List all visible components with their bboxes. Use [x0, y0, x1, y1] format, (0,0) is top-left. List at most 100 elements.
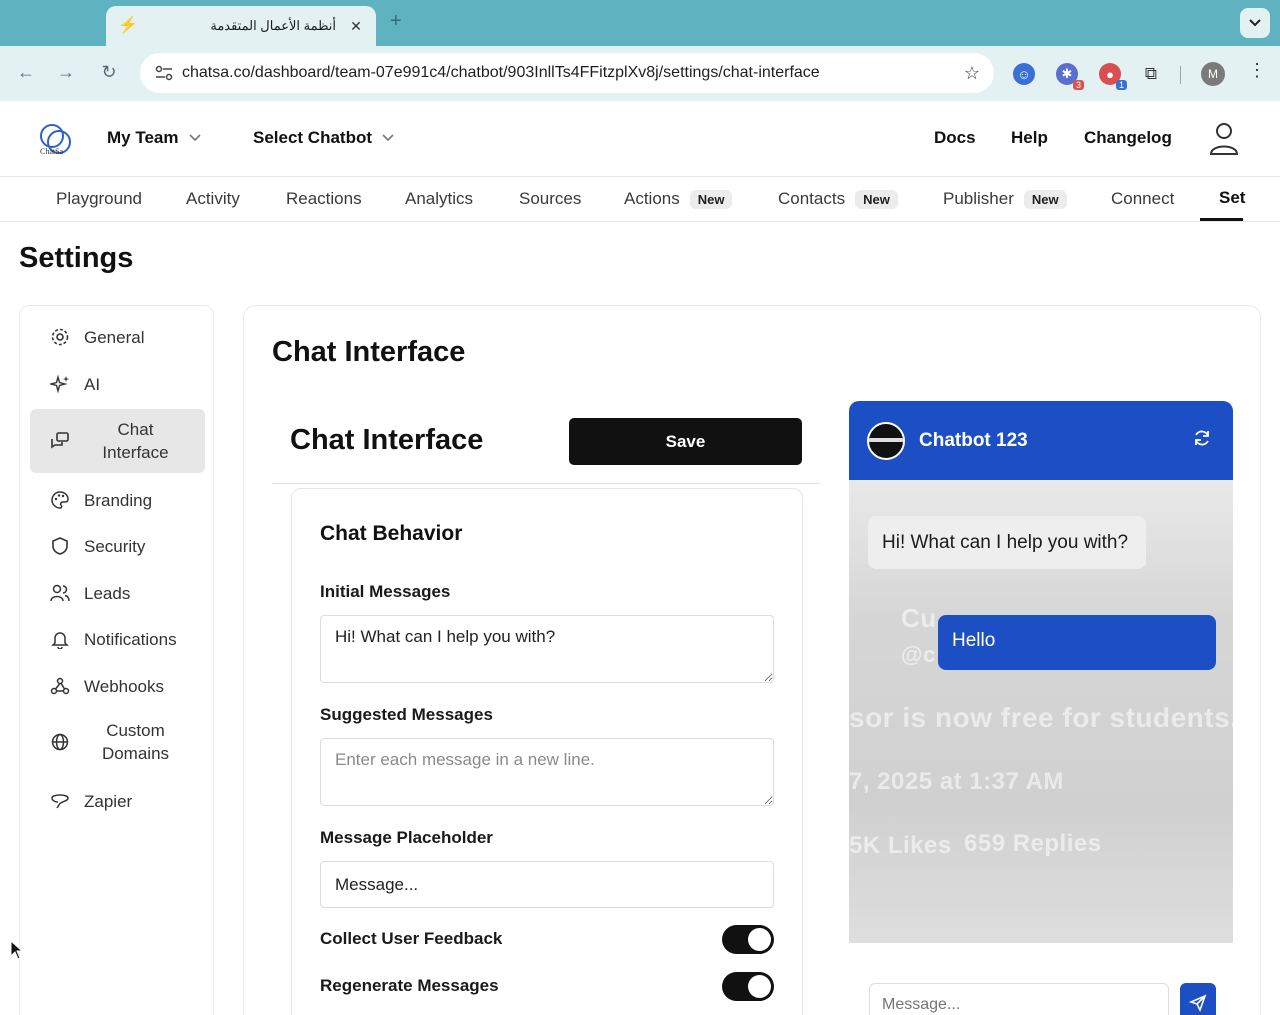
sidebar-item-leads[interactable]: Leads [30, 580, 205, 606]
user-message-bubble: Hello [938, 615, 1216, 670]
tab-settings[interactable]: Set [1219, 188, 1245, 208]
shield-icon [48, 534, 72, 558]
tab-contacts[interactable]: Contacts New [778, 189, 898, 209]
extensions-puzzle-icon[interactable]: ⧉ [1140, 63, 1162, 85]
regenerate-messages-label: Regenerate Messages [320, 976, 499, 995]
globe-icon [48, 730, 72, 754]
sidebar-item-chat-interface[interactable]: Chat Interface [30, 409, 205, 473]
lightning-icon: ⚡ [118, 17, 138, 34]
tab-search-button[interactable] [1240, 8, 1270, 38]
sidebar-item-branding[interactable]: Branding [30, 487, 205, 513]
panel-title: Chat Interface [272, 336, 466, 368]
sidebar-item-webhooks[interactable]: Webhooks [30, 673, 205, 699]
forward-arrow-icon[interactable]: → [54, 62, 78, 83]
sidebar-item-zapier[interactable]: Zapier [30, 788, 205, 814]
background-text: 659 Replies [964, 830, 1102, 857]
sidebar-item-general[interactable]: General [30, 324, 205, 350]
form-title: Chat Interface [290, 424, 484, 456]
team-name: My Team [107, 128, 179, 147]
sidebar-item-label: Notifications [84, 629, 177, 649]
collect-feedback-label: Collect User Feedback [320, 929, 503, 948]
suggested-messages-textarea[interactable] [320, 738, 774, 806]
send-button[interactable] [1180, 983, 1216, 1015]
bot-avatar [867, 421, 905, 460]
extension-red-icon[interactable]: ● 1 [1099, 63, 1127, 90]
extension-smile-icon[interactable]: ☺ [1013, 63, 1035, 85]
chat-preview-footer [849, 943, 1233, 1015]
tab-label: Set [1219, 188, 1246, 207]
mouse-cursor-icon [10, 940, 24, 960]
sidebar-item-label: Chat Interface [102, 420, 169, 462]
tab-label: Analytics [405, 189, 474, 208]
tab-label: Playground [56, 189, 143, 208]
save-button[interactable]: Save [569, 418, 802, 465]
tab-analytics[interactable]: Analytics [405, 189, 473, 209]
sidebar-item-label: AI [84, 374, 101, 394]
background-text: Cu [901, 603, 937, 633]
regenerate-messages-toggle[interactable] [722, 972, 774, 1001]
sidebar-item-label: Custom Domains [101, 721, 170, 763]
user-account-icon[interactable] [1208, 121, 1240, 157]
changelog-link[interactable]: Changelog [1084, 128, 1172, 148]
bot-message-bubble: Hi! What can I help you with? [868, 516, 1146, 569]
chatbot-name: Select Chatbot [253, 128, 373, 147]
tab-title: أنظمة الأعمال المتقدمة [210, 18, 336, 33]
tab-activity[interactable]: Activity [186, 189, 240, 209]
address-bar[interactable]: chatsa.co/dashboard/team-07e991c4/chatbo… [140, 53, 994, 93]
site-settings-icon[interactable] [154, 63, 174, 83]
reload-icon[interactable]: ↻ [97, 62, 121, 83]
new-tab-button[interactable]: + [390, 10, 402, 33]
palette-icon [48, 488, 72, 512]
tab-label: Contacts [778, 189, 846, 208]
sidebar-item-label: Webhooks [84, 676, 165, 696]
team-selector[interactable]: My Team [107, 128, 201, 148]
sidebar-item-security[interactable]: Security [30, 533, 205, 559]
more-menu-icon[interactable]: ⋮ [1248, 60, 1266, 81]
chat-preview: Chatbot 123 Cu @c sor is now free for st… [849, 401, 1233, 1015]
chat-icon [48, 429, 72, 453]
docs-link[interactable]: Docs [934, 128, 976, 148]
tab-playground[interactable]: Playground [56, 189, 142, 209]
url-text: chatsa.co/dashboard/team-07e991c4/chatbo… [182, 64, 820, 81]
message-placeholder-input[interactable] [320, 861, 774, 908]
sidebar-item-notifications[interactable]: Notifications [30, 626, 205, 652]
divider [272, 483, 820, 484]
help-link[interactable]: Help [1011, 128, 1048, 148]
close-icon[interactable]: ✕ [348, 18, 364, 35]
chevron-down-icon [382, 134, 394, 142]
chatbot-selector[interactable]: Select Chatbot [253, 128, 394, 148]
tab-label: Sources [519, 189, 582, 208]
back-arrow-icon[interactable]: ← [14, 62, 38, 83]
toolbar-divider [1180, 66, 1181, 84]
refresh-icon[interactable] [1193, 429, 1233, 452]
browser-tab[interactable]: ⚡ أنظمة الأعمال المتقدمة ✕ [106, 6, 376, 46]
tab-label: Reactions [286, 189, 362, 208]
chevron-down-icon [188, 134, 201, 142]
initial-messages-textarea[interactable]: Hi! What can I help you with? [320, 615, 774, 683]
settings-sidebar: General AI Chat Interface Branding Secur… [19, 305, 214, 1015]
bell-icon [48, 627, 72, 651]
sidebar-item-label: Security [84, 536, 146, 556]
sidebar-item-label: Branding [84, 490, 153, 510]
tab-publisher[interactable]: Publisher New [943, 189, 1067, 209]
background-text: sor is now free for students. Enj [849, 702, 1233, 733]
chat-preview-header: Chatbot 123 [849, 401, 1233, 480]
logo-text: ChatSa [40, 147, 64, 156]
extension-puzzle-colored-icon[interactable]: ✱ 3 [1056, 63, 1084, 90]
chatbot-tabs: Playground Activity Reactions Analytics … [0, 176, 1280, 222]
zapier-icon [48, 789, 72, 813]
tab-label: Publisher [943, 189, 1014, 208]
profile-avatar[interactable]: M [1201, 62, 1225, 86]
chat-message-input[interactable] [869, 983, 1169, 1015]
send-icon [1189, 994, 1207, 1012]
collect-feedback-toggle[interactable] [722, 925, 774, 954]
tab-sources[interactable]: Sources [519, 189, 581, 209]
chat-behavior-title: Chat Behavior [320, 522, 463, 545]
bookmark-star-icon[interactable]: ☆ [964, 63, 980, 84]
new-badge: New [689, 189, 733, 209]
tab-actions[interactable]: Actions New [624, 189, 733, 209]
tab-reactions[interactable]: Reactions [286, 189, 362, 209]
tab-connect[interactable]: Connect [1111, 189, 1174, 209]
sidebar-item-custom-domains[interactable]: Custom Domains [30, 710, 205, 774]
sidebar-item-ai[interactable]: AI [30, 371, 205, 397]
